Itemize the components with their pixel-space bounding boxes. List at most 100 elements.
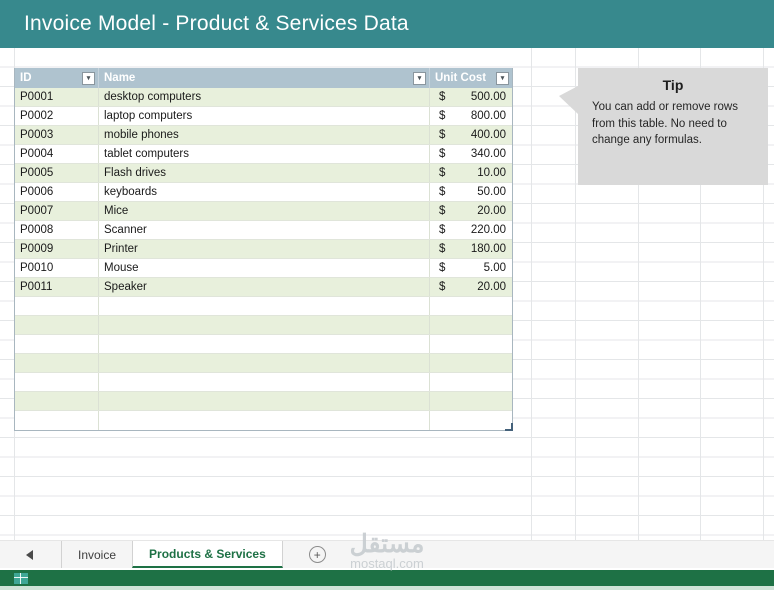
table-empty-row[interactable] xyxy=(15,316,512,335)
cell-name: Flash drives xyxy=(99,164,430,182)
cell-id xyxy=(15,354,99,372)
cell-unit-cost: $ 340.00 xyxy=(430,145,512,163)
add-sheet-button[interactable]: + xyxy=(308,546,326,563)
cell-unit-cost: $ 220.00 xyxy=(430,221,512,239)
tip-body: You can add or remove rows from this tab… xyxy=(592,101,738,146)
sheet-tab-bar: Invoice Products & Services + xyxy=(0,540,774,568)
table-row[interactable]: P0005 Flash drives $ 10.00 xyxy=(15,164,512,183)
table-empty-row[interactable] xyxy=(15,373,512,392)
currency-symbol: $ xyxy=(439,91,446,103)
cost-value: 20.00 xyxy=(477,281,506,293)
table-row[interactable]: P0001 desktop computers $ 500.00 xyxy=(15,88,512,107)
cell-unit-cost: $ 20.00 xyxy=(430,202,512,220)
table-row[interactable]: P0002 laptop computers $ 800.00 xyxy=(15,107,512,126)
cost-value: 800.00 xyxy=(470,110,506,122)
table-empty-row[interactable] xyxy=(15,297,512,316)
cell-id: P0007 xyxy=(15,202,99,220)
cost-value: 10.00 xyxy=(477,167,506,179)
column-header-id-label: ID xyxy=(20,72,32,84)
currency-symbol: $ xyxy=(439,110,446,122)
cell-id: P0001 xyxy=(15,88,99,106)
cost-value: 220.00 xyxy=(470,224,506,236)
cell-id xyxy=(15,411,99,430)
currency-symbol: $ xyxy=(439,243,446,255)
cell-unit-cost: $ 500.00 xyxy=(430,88,512,106)
cell-id xyxy=(15,335,99,353)
filter-dropdown-icon[interactable]: ▾ xyxy=(82,71,95,85)
cell-name: tablet computers xyxy=(99,145,430,163)
sheet-tab-products-services[interactable]: Products & Services xyxy=(132,541,283,568)
table-row[interactable]: P0003 mobile phones $ 400.00 xyxy=(15,126,512,145)
cell-name: keyboards xyxy=(99,183,430,201)
cost-value: 340.00 xyxy=(470,148,506,160)
table-empty-row[interactable] xyxy=(15,392,512,411)
column-header-name: Name ▾ xyxy=(99,68,430,88)
table-row[interactable]: P0004 tablet computers $ 340.00 xyxy=(15,145,512,164)
filter-dropdown-icon[interactable]: ▾ xyxy=(413,71,426,85)
cell-name: mobile phones xyxy=(99,126,430,144)
currency-symbol: $ xyxy=(439,186,446,198)
filter-dropdown-icon[interactable]: ▾ xyxy=(496,71,509,85)
column-header-unit-cost: Unit Cost ▾ xyxy=(430,68,512,88)
cell-unit-cost xyxy=(430,411,512,430)
tip-callout-arrow xyxy=(559,86,578,114)
table-row[interactable]: P0011 Speaker $ 20.00 xyxy=(15,278,512,297)
tip-callout: Tip You can add or remove rows from this… xyxy=(559,68,768,185)
currency-symbol: $ xyxy=(439,167,446,179)
table-row[interactable]: P0010 Mouse $ 5.00 xyxy=(15,259,512,278)
cell-unit-cost: $ 5.00 xyxy=(430,259,512,277)
table-row[interactable]: P0006 keyboards $ 50.00 xyxy=(15,183,512,202)
column-header-id: ID ▾ xyxy=(15,68,99,88)
cell-name: Mouse xyxy=(99,259,430,277)
table-row[interactable]: P0008 Scanner $ 220.00 xyxy=(15,221,512,240)
worksheet-title-bar: Invoice Model - Product & Services Data xyxy=(0,0,774,48)
cell-name: Speaker xyxy=(99,278,430,296)
cell-name: Printer xyxy=(99,240,430,258)
cell-unit-cost xyxy=(430,373,512,391)
excel-window: Invoice Model - Product & Services Data … xyxy=(0,0,774,590)
cost-value: 400.00 xyxy=(470,129,506,141)
cell-id xyxy=(15,316,99,334)
cell-unit-cost: $ 800.00 xyxy=(430,107,512,125)
currency-symbol: $ xyxy=(439,281,446,293)
cell-id: P0002 xyxy=(15,107,99,125)
cell-name xyxy=(99,392,430,410)
table-empty-row[interactable] xyxy=(15,335,512,354)
table-row[interactable]: P0009 Printer $ 180.00 xyxy=(15,240,512,259)
currency-symbol: $ xyxy=(439,262,446,274)
table-body: P0001 desktop computers $ 500.00 P0002 l… xyxy=(15,88,512,430)
table-resize-handle[interactable] xyxy=(505,423,513,431)
cell-id xyxy=(15,297,99,315)
plus-icon: + xyxy=(313,547,321,562)
cell-id: P0008 xyxy=(15,221,99,239)
cost-value: 5.00 xyxy=(483,262,506,274)
column-header-unit-cost-label: Unit Cost xyxy=(435,72,487,84)
gridline xyxy=(531,48,532,540)
cell-id xyxy=(15,392,99,410)
cell-unit-cost: $ 180.00 xyxy=(430,240,512,258)
table-empty-row[interactable] xyxy=(15,411,512,430)
cell-unit-cost: $ 50.00 xyxy=(430,183,512,201)
cell-name xyxy=(99,316,430,334)
page-title: Invoice Model - Product & Services Data xyxy=(24,12,409,35)
cell-unit-cost xyxy=(430,316,512,334)
cell-id: P0004 xyxy=(15,145,99,163)
status-bar xyxy=(0,570,774,586)
cell-name: laptop computers xyxy=(99,107,430,125)
currency-symbol: $ xyxy=(439,224,446,236)
cell-name xyxy=(99,354,430,372)
gridline xyxy=(575,48,576,540)
currency-symbol: $ xyxy=(439,205,446,217)
tip-title: Tip xyxy=(662,77,684,93)
status-bar-bottom-strip xyxy=(0,586,774,590)
tab-scroll-left-icon[interactable] xyxy=(26,549,33,560)
table-empty-row[interactable] xyxy=(15,354,512,373)
cell-unit-cost xyxy=(430,354,512,372)
sheet-tab-label: Products & Services xyxy=(149,546,266,561)
sheet-tab-invoice[interactable]: Invoice xyxy=(61,541,132,568)
cell-unit-cost: $ 20.00 xyxy=(430,278,512,296)
cell-name xyxy=(99,297,430,315)
cell-unit-cost: $ 400.00 xyxy=(430,126,512,144)
cell-name: Scanner xyxy=(99,221,430,239)
table-row[interactable]: P0007 Mice $ 20.00 xyxy=(15,202,512,221)
